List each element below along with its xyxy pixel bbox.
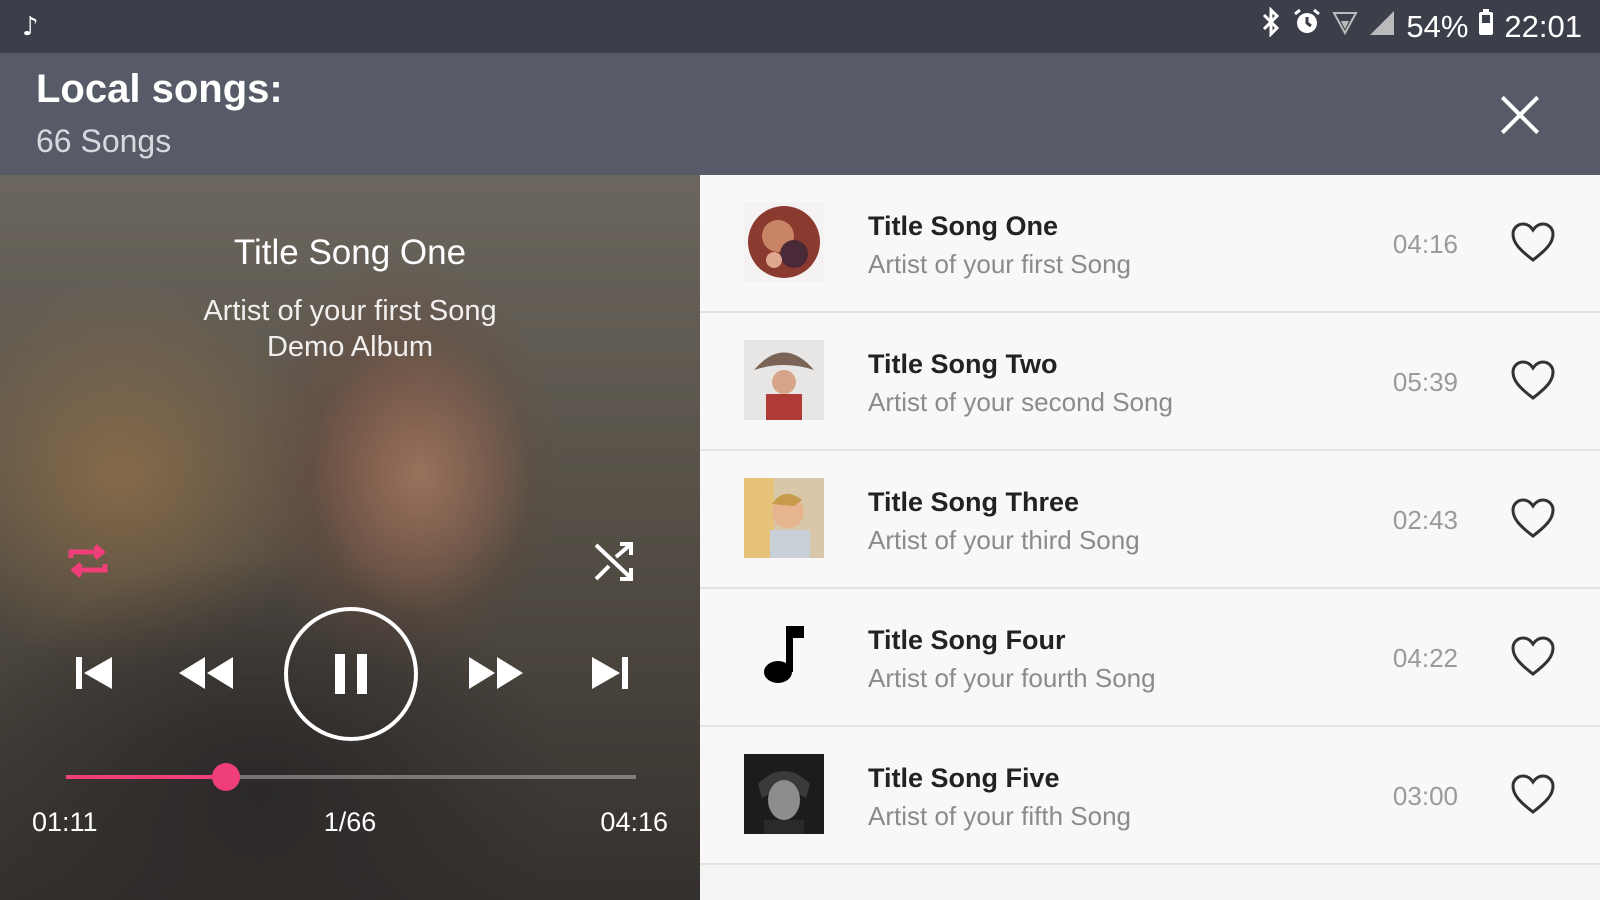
song-artist: Artist of your fourth Song <box>868 663 1156 693</box>
album-art <box>744 478 824 558</box>
song-artist: Artist of your third Song <box>868 525 1140 555</box>
heart-icon[interactable] <box>1510 359 1556 401</box>
skip-next-icon[interactable] <box>584 647 636 699</box>
rewind-icon[interactable] <box>176 647 236 699</box>
status-icons: 54% 22:01 <box>1260 5 1582 48</box>
now-playing-artist: Artist of your first Song <box>203 295 497 327</box>
song-artist: Artist of your first Song <box>868 249 1131 279</box>
pause-button[interactable] <box>284 607 418 741</box>
skip-previous-icon[interactable] <box>68 647 120 699</box>
song-row[interactable]: Title Song Three Artist of your third So… <box>700 451 1600 589</box>
song-duration: 03:00 <box>1392 781 1458 811</box>
song-duration: 05:39 <box>1392 367 1458 397</box>
now-playing-panel: Title Song One Artist of your first Song… <box>0 175 700 900</box>
music-note-icon: ♪ <box>22 12 39 42</box>
battery-icon <box>1478 8 1494 47</box>
alarm-icon <box>1292 7 1322 48</box>
heart-icon[interactable] <box>1510 221 1556 263</box>
song-artist: Artist of your fifth Song <box>868 801 1132 831</box>
song-duration: 04:22 <box>1392 643 1458 673</box>
song-row[interactable]: Title Song Two Artist of your second Son… <box>700 313 1600 451</box>
seek-handle[interactable] <box>211 763 240 791</box>
clock: 22:01 <box>1504 9 1582 44</box>
battery-percent: 54% <box>1406 9 1469 44</box>
seek-bar-progress <box>66 775 226 779</box>
album-art <box>744 754 824 834</box>
album-art <box>744 340 824 420</box>
page-title: Local songs: <box>36 67 283 111</box>
close-icon[interactable] <box>1498 93 1542 137</box>
song-row[interactable]: Title Song One Artist of your first Song… <box>700 175 1600 313</box>
shuffle-icon[interactable] <box>590 537 638 585</box>
status-bar: ♪ 54% 22:01 <box>0 0 1600 53</box>
heart-icon[interactable] <box>1510 773 1556 815</box>
song-duration: 02:43 <box>1392 505 1458 535</box>
song-title: Title Song Three <box>868 487 1080 517</box>
heart-icon[interactable] <box>1510 635 1556 677</box>
song-title: Title Song One <box>868 211 1059 241</box>
total-time: 04:16 <box>600 807 668 837</box>
now-playing-title: Title Song One <box>233 233 467 272</box>
fast-forward-icon[interactable] <box>466 647 526 699</box>
pause-icon <box>335 654 367 694</box>
song-row[interactable]: Title Song Four Artist of your fourth So… <box>700 589 1600 727</box>
music-note-icon <box>744 616 824 696</box>
heart-icon[interactable] <box>1510 497 1556 539</box>
song-title: Title Song Two <box>868 349 1058 379</box>
song-count: 66 Songs <box>36 123 172 159</box>
song-row[interactable]: Title Song Five Artist of your fifth Son… <box>700 727 1600 865</box>
song-title: Title Song Five <box>868 763 1060 793</box>
wifi-icon <box>1332 7 1359 48</box>
album-art <box>744 202 824 282</box>
song-duration: 04:16 <box>1392 229 1458 259</box>
song-list: Title Song One Artist of your first Song… <box>700 175 1600 900</box>
header: Local songs: 66 Songs <box>0 53 1600 175</box>
seek-bar[interactable] <box>66 763 636 791</box>
song-title: Title Song Four <box>868 625 1066 655</box>
song-artist: Artist of your second Song <box>868 387 1173 417</box>
repeat-icon[interactable] <box>64 537 112 585</box>
signal-icon <box>1368 7 1396 48</box>
track-position: 1/66 <box>323 807 377 837</box>
bluetooth-icon <box>1260 5 1282 48</box>
now-playing-album: Demo Album <box>266 331 433 363</box>
